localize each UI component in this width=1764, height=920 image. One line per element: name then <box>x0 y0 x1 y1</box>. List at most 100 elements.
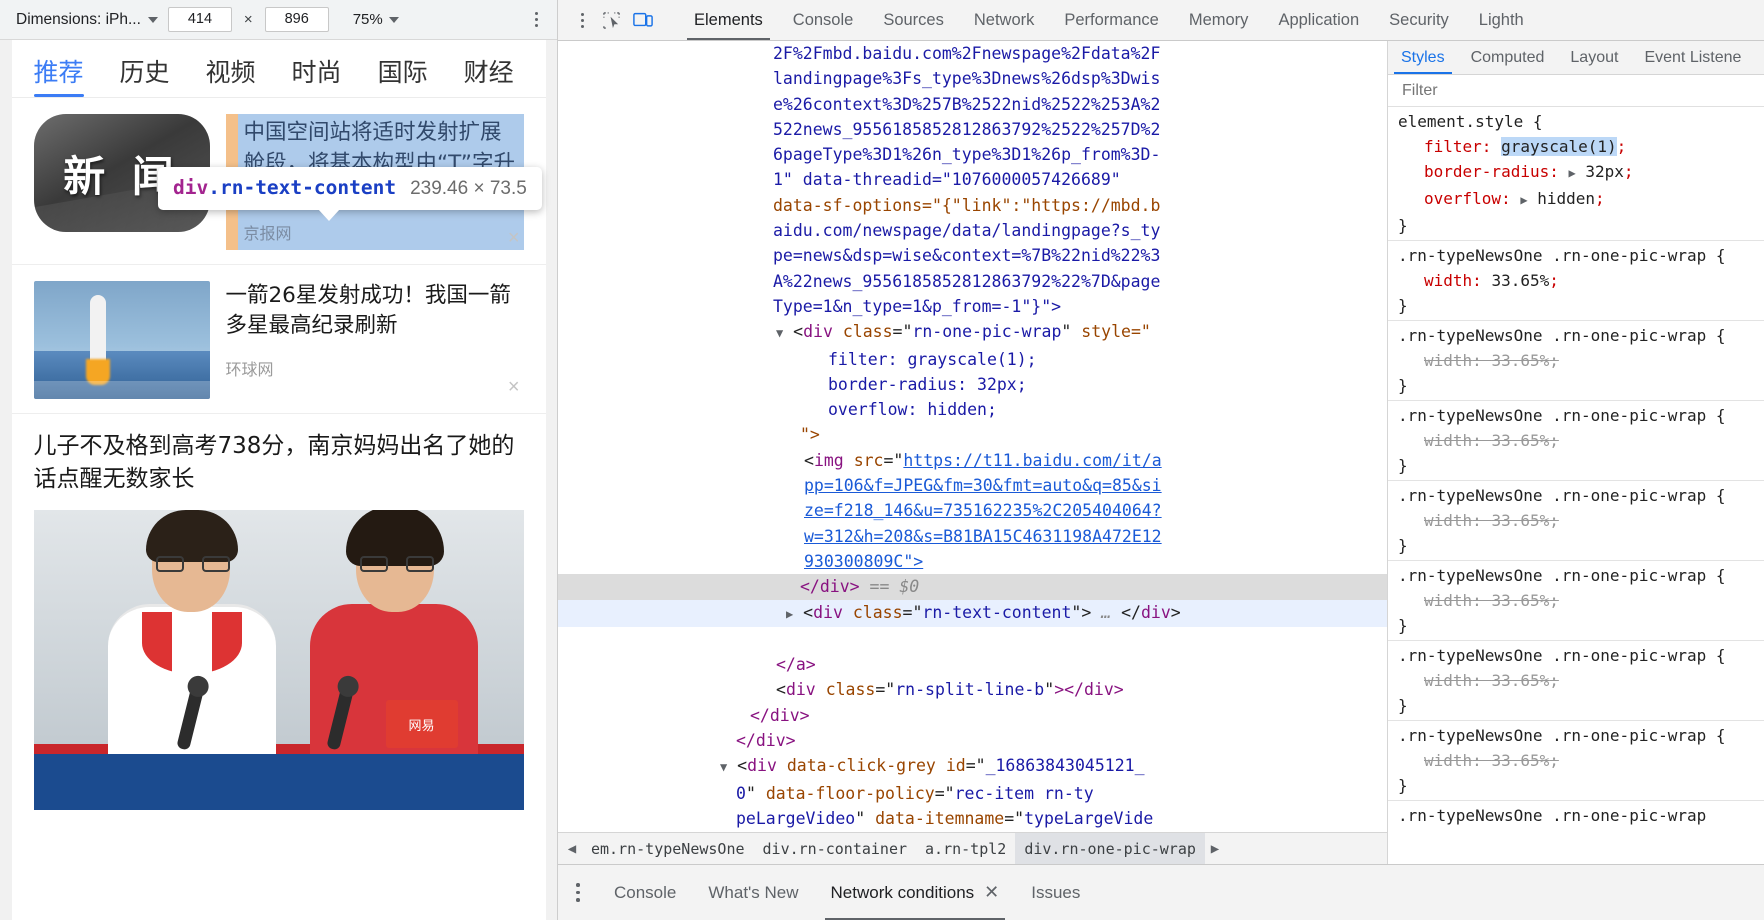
breadcrumb-item-anchor[interactable]: a.rn-tpl2 <box>916 833 1015 864</box>
tab-console[interactable]: Console <box>778 0 869 40</box>
breadcrumb: ◀ em.rn-typeNewsOne div.rn-container a.r… <box>558 832 1387 864</box>
rule-item[interactable]: .rn-typeNewsOne .rn-one-pic-wrap { width… <box>1388 641 1764 721</box>
viewport-height-input[interactable]: 896 <box>264 7 329 32</box>
dom-line[interactable]: w=312&h=208&s=B81BA15C4631198A472E12 <box>804 527 1162 546</box>
breadcrumb-item-container[interactable]: div.rn-container <box>754 833 917 864</box>
css-value[interactable]: 33.65% <box>1491 351 1549 370</box>
dom-line: 522news_9556185852812863792%2522%257D%2 <box>773 119 1161 139</box>
css-declaration-overridden[interactable]: width: 33.65%; <box>1398 508 1764 533</box>
rule-selector[interactable]: .rn-typeNewsOne .rn-one-pic-wrap <box>1398 806 1706 825</box>
css-value[interactable]: 33.65% <box>1491 671 1549 690</box>
css-value[interactable]: 32px <box>1585 162 1624 181</box>
rule-selector[interactable]: .rn-typeNewsOne .rn-one-pic-wrap { <box>1398 326 1726 345</box>
tab-styles[interactable]: Styles <box>1388 41 1458 74</box>
tab-security[interactable]: Security <box>1374 0 1464 40</box>
rule-selector[interactable]: .rn-typeNewsOne .rn-one-pic-wrap { <box>1398 726 1726 745</box>
tab-lighthouse[interactable]: Lighth <box>1464 0 1539 40</box>
css-declaration-overridden[interactable]: width: 33.65%; <box>1398 428 1764 453</box>
css-value[interactable]: 33.65% <box>1491 271 1549 290</box>
styles-filter-input[interactable] <box>1400 80 1752 101</box>
dom-line[interactable]: 930300809C"> <box>804 552 923 571</box>
rule-item-partial[interactable]: .rn-typeNewsOne .rn-one-pic-wrap <box>1388 801 1764 830</box>
news-tab-recommend[interactable]: 推荐 <box>33 53 84 97</box>
news-tab-finance[interactable]: 财经 <box>464 53 514 97</box>
breadcrumb-item-em[interactable]: em.rn-typeNewsOne <box>582 833 754 864</box>
inspect-element-icon[interactable] <box>596 5 626 35</box>
rule-selector[interactable]: .rn-typeNewsOne .rn-one-pic-wrap { <box>1398 646 1726 665</box>
css-value[interactable]: 33.65% <box>1491 591 1549 610</box>
tab-application[interactable]: Application <box>1263 0 1374 40</box>
zoom-dropdown[interactable]: 75% <box>353 11 399 28</box>
expand-arrow-icon[interactable]: ▶ <box>1569 166 1576 180</box>
rule-item[interactable]: .rn-typeNewsOne .rn-one-pic-wrap { width… <box>1388 321 1764 401</box>
dom-img-src[interactable]: https://t11.baidu.com/it/a <box>903 451 1161 470</box>
css-value[interactable]: 33.65% <box>1491 511 1549 530</box>
tab-sources[interactable]: Sources <box>868 0 959 40</box>
expand-arrow-icon[interactable]: ▶ <box>1520 193 1527 207</box>
rn-text-content[interactable]: 一箭26星发射成功！我国一箭多星最高纪录刷新 环球网 × <box>226 281 524 399</box>
dom-line[interactable]: ze=f218_146&u=735162235%2C205404064? <box>804 501 1162 520</box>
tab-performance[interactable]: Performance <box>1049 0 1173 40</box>
css-value[interactable]: 33.65% <box>1491 751 1549 770</box>
drawer-tab-console[interactable]: Console <box>598 865 692 920</box>
drawer-tab-issues[interactable]: Issues <box>1015 865 1096 920</box>
rule-item[interactable]: .rn-typeNewsOne .rn-one-pic-wrap { width… <box>1388 561 1764 641</box>
tab-computed[interactable]: Computed <box>1458 41 1558 74</box>
css-declaration-overridden[interactable]: width: 33.65%; <box>1398 348 1764 373</box>
tab-network[interactable]: Network <box>959 0 1050 40</box>
news-tab-international[interactable]: 国际 <box>378 53 428 97</box>
css-declaration-overflow[interactable]: overflow: ▶ hidden; <box>1398 186 1764 213</box>
css-declaration-overridden[interactable]: width: 33.65%; <box>1398 748 1764 773</box>
breadcrumb-item-one-pic-wrap[interactable]: div.rn-one-pic-wrap <box>1015 833 1205 864</box>
close-icon[interactable]: × <box>508 377 520 397</box>
tab-event-listeners[interactable]: Event Listene <box>1631 41 1754 74</box>
tab-elements[interactable]: Elements <box>679 0 778 40</box>
css-value[interactable]: 33.65% <box>1491 431 1549 450</box>
rule-item[interactable]: .rn-typeNewsOne .rn-one-pic-wrap { width… <box>1388 401 1764 481</box>
dom-line: 1" data-threadid="1076000057426689" <box>773 170 1121 190</box>
rule-selector[interactable]: .rn-typeNewsOne .rn-one-pic-wrap { <box>1398 566 1726 585</box>
dom-line[interactable]: pp=106&f=JPEG&fm=30&fmt=auto&q=85&si <box>804 476 1162 495</box>
rule-item[interactable]: .rn-typeNewsOne .rn-one-pic-wrap { width… <box>1388 721 1764 801</box>
css-value[interactable]: grayscale(1) <box>1501 137 1617 156</box>
device-toolbar-icon[interactable] <box>628 5 658 35</box>
dom-row-selected[interactable]: </div> == $0 <box>558 574 1387 600</box>
css-declaration-overridden[interactable]: width: 33.65%; <box>1398 588 1764 613</box>
dom-row-hovered[interactable]: ▶ <div class="rn-text-content"> … </div> <box>558 599 1387 627</box>
news-tab-history[interactable]: 历史 <box>120 53 170 97</box>
styles-rules-list[interactable]: element.style { filter: grayscale(1); bo… <box>1388 107 1764 864</box>
expand-triangle-icon[interactable]: ▼ <box>720 760 727 774</box>
device-toolbar-menu-button[interactable] <box>525 8 547 31</box>
list-item[interactable]: 儿子不及格到高考738分，南京妈妈出名了她的话点醒无数家长 网易 <box>12 414 546 811</box>
news-tab-video[interactable]: 视频 <box>206 53 256 97</box>
devtools-main-menu-button[interactable] <box>570 7 594 33</box>
css-declaration-overridden[interactable]: width: 33.65%; <box>1398 668 1764 693</box>
tab-layout[interactable]: Layout <box>1557 41 1631 74</box>
rule-selector[interactable]: .rn-typeNewsOne .rn-one-pic-wrap { <box>1398 246 1726 265</box>
css-value[interactable]: hidden <box>1537 189 1595 208</box>
css-declaration[interactable]: width: 33.65%; <box>1398 268 1764 293</box>
drawer-menu-button[interactable] <box>558 865 598 920</box>
more-vertical-icon <box>534 24 538 27</box>
dimensions-dropdown[interactable]: Dimensions: iPh... <box>16 11 158 29</box>
rule-element-style[interactable]: element.style { filter: grayscale(1); bo… <box>1388 107 1764 241</box>
news-tab-fashion[interactable]: 时尚 <box>292 53 342 97</box>
rule-item[interactable]: .rn-typeNewsOne .rn-one-pic-wrap { width… <box>1388 481 1764 561</box>
drawer-tab-network-conditions[interactable]: Network conditions ✕ <box>815 865 1016 920</box>
tab-memory[interactable]: Memory <box>1174 0 1264 40</box>
rule-selector[interactable]: .rn-typeNewsOne .rn-one-pic-wrap { <box>1398 406 1726 425</box>
chevron-left-icon[interactable]: ◀ <box>562 841 582 857</box>
rule-item[interactable]: .rn-typeNewsOne .rn-one-pic-wrap { width… <box>1388 241 1764 321</box>
css-declaration-filter[interactable]: filter: grayscale(1); <box>1398 134 1764 159</box>
expand-triangle-icon[interactable]: ▶ <box>786 607 793 621</box>
list-item[interactable]: 一箭26星发射成功！我国一箭多星最高纪录刷新 环球网 × <box>11 265 546 414</box>
dom-tree[interactable]: 2F%2Fmbd.baidu.com%2Fnewspage%2Fdata%2F … <box>558 41 1387 832</box>
drawer-tab-whats-new[interactable]: What's New <box>692 865 814 920</box>
rule-selector[interactable]: .rn-typeNewsOne .rn-one-pic-wrap { <box>1398 486 1726 505</box>
expand-triangle-icon[interactable]: ▼ <box>776 326 783 340</box>
close-icon[interactable]: × <box>508 228 520 248</box>
viewport-width-input[interactable]: 414 <box>167 7 232 32</box>
close-icon[interactable]: ✕ <box>984 882 999 903</box>
css-declaration-border-radius[interactable]: border-radius: ▶ 32px; <box>1398 159 1764 186</box>
chevron-right-icon[interactable]: ▶ <box>1205 841 1225 857</box>
